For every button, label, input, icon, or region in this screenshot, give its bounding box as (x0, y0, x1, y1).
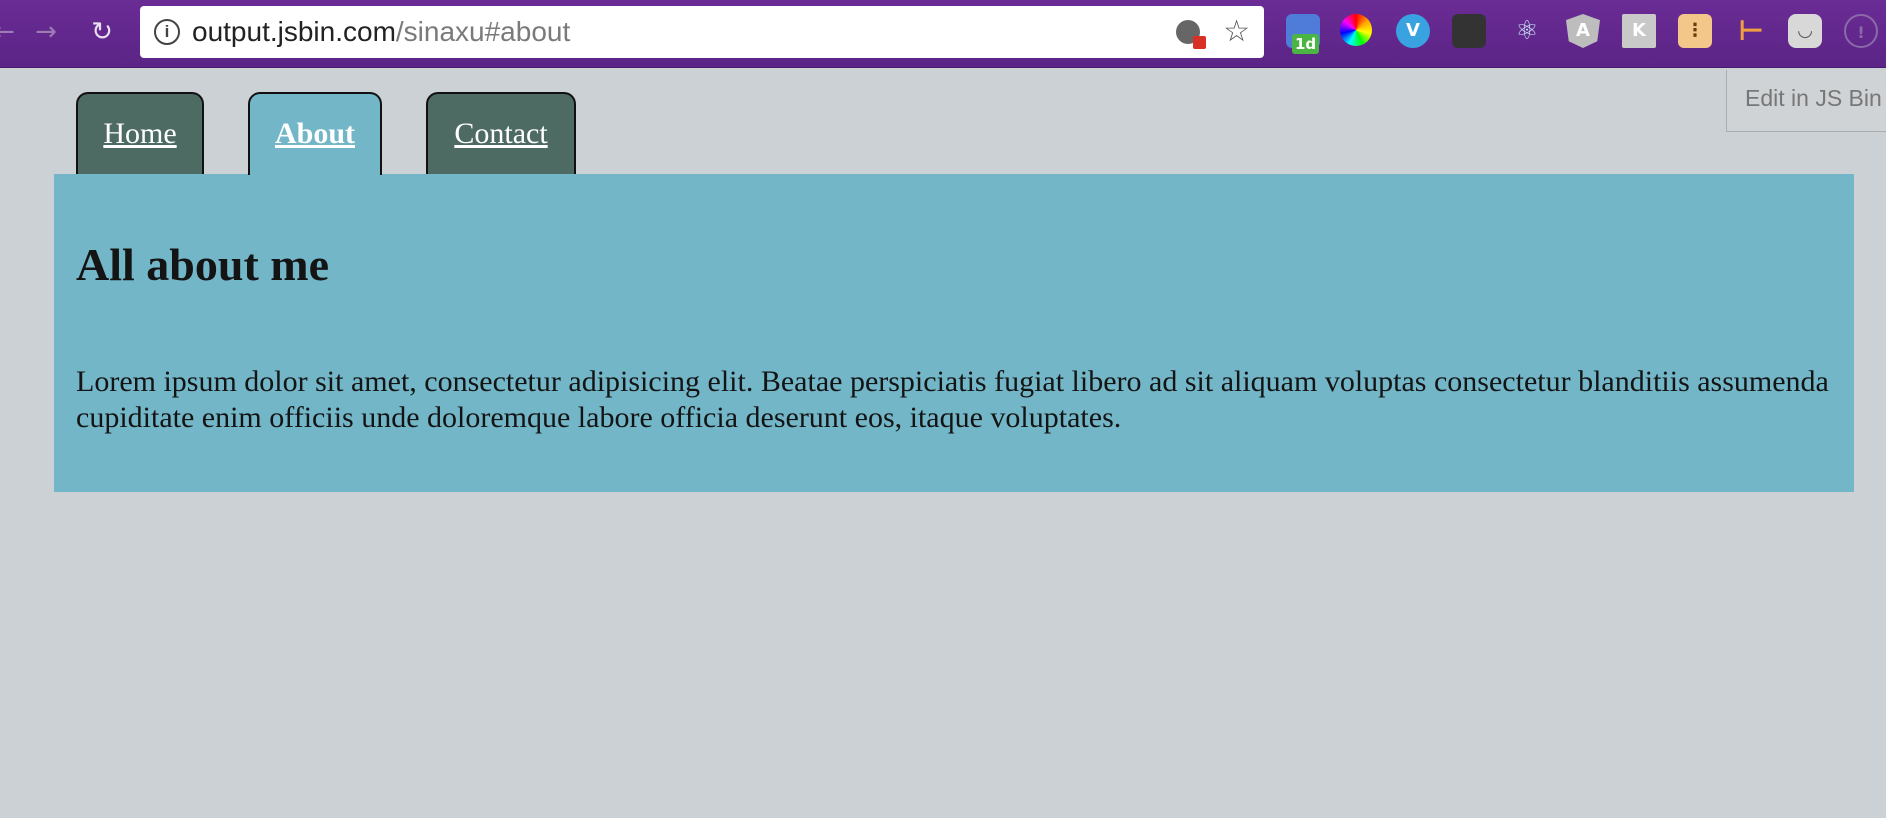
address-bar[interactable]: i output.jsbin.com/sinaxu#about ☆ (140, 6, 1264, 58)
back-arrow-icon[interactable]: ← (0, 14, 22, 50)
panel-heading: All about me (76, 239, 329, 290)
t-icon[interactable]: ⊢ (1734, 14, 1768, 48)
about-panel: All about me Lorem ipsum dolor sit amet,… (54, 174, 1854, 492)
tab-contact-link[interactable]: Contact (428, 94, 574, 174)
url-path: /sinaxu#about (395, 16, 571, 47)
tab-about-link[interactable]: About (250, 94, 380, 174)
calendar-icon[interactable]: 1d (1286, 14, 1320, 54)
info-menu-icon[interactable]: ! (1844, 14, 1878, 48)
k-icon[interactable]: K (1622, 14, 1656, 48)
cookie-blocked-icon[interactable] (1176, 20, 1206, 49)
url-text[interactable]: output.jsbin.com/sinaxu#about (192, 6, 570, 58)
browser-toolbar: ← → ↻ i output.jsbin.com/sinaxu#about ☆ … (0, 0, 1886, 68)
url-host: output.jsbin.com (192, 16, 396, 47)
calendar-badge: 1d (1292, 34, 1320, 54)
angular-icon[interactable]: A (1566, 14, 1600, 48)
color-wheel-icon[interactable] (1340, 14, 1372, 46)
glasses-icon[interactable] (1452, 14, 1486, 48)
edit-in-jsbin-link[interactable]: Edit in JS Bin (1726, 70, 1886, 132)
v-icon[interactable]: V (1396, 14, 1430, 48)
bookmark-star-icon[interactable]: ☆ (1223, 6, 1250, 58)
reload-icon[interactable]: ↻ (84, 14, 120, 50)
tab-home[interactable]: Home (76, 92, 204, 175)
face-icon[interactable]: ⋮ (1678, 14, 1712, 48)
tab-about[interactable]: About (248, 92, 382, 175)
site-info-icon[interactable]: i (154, 19, 180, 45)
panel-paragraph: Lorem ipsum dolor sit amet, consectetur … (76, 365, 1829, 434)
pocket-icon[interactable]: ◡ (1788, 14, 1822, 48)
tab-home-link[interactable]: Home (78, 94, 202, 174)
react-icon[interactable]: ⚛ (1510, 14, 1544, 48)
tab-contact[interactable]: Contact (426, 92, 576, 175)
forward-arrow-icon[interactable]: → (28, 14, 64, 50)
